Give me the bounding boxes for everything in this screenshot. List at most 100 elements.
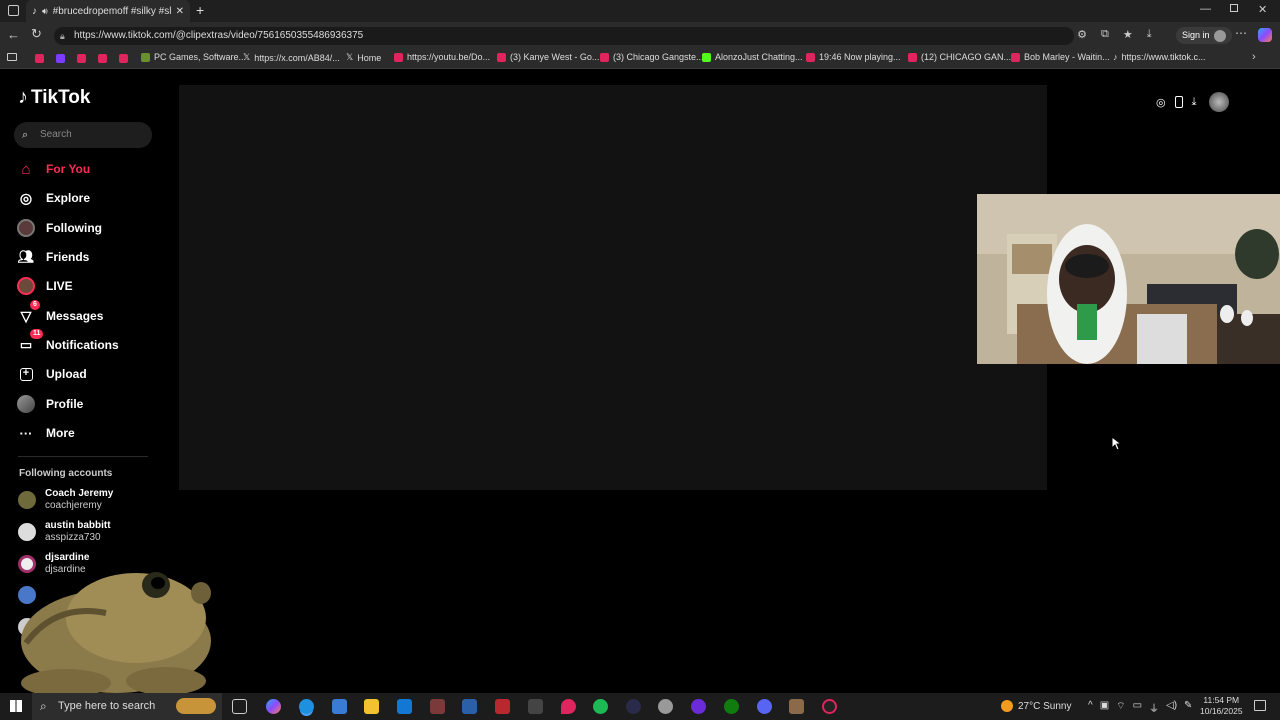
refresh-icon[interactable]: ↻	[31, 26, 42, 42]
nav-upload[interactable]: + Upload	[16, 363, 87, 385]
app-icon-active[interactable]	[789, 699, 804, 714]
settings-more-icon[interactable]: ⋯	[1235, 26, 1247, 40]
copilot-icon[interactable]	[1258, 28, 1272, 42]
bookmark-icon-3[interactable]	[77, 54, 86, 63]
edge-icon[interactable]	[299, 699, 314, 714]
bookmark-item[interactable]: (3) Kanye West - Go...	[497, 52, 599, 62]
logo-text: TikTok	[31, 86, 91, 108]
notification-center-icon[interactable]	[1254, 700, 1266, 711]
nav-messages[interactable]: ▽ 6 Messages	[16, 300, 104, 327]
app-icon-arrow[interactable]	[626, 699, 641, 714]
account-handle: asspizza730	[45, 532, 101, 543]
restore-button[interactable]	[1230, 4, 1238, 12]
bookmark-item[interactable]: PC Games, Software...	[141, 52, 246, 62]
wifi-icon[interactable]: ⌔	[1116, 700, 1125, 715]
app-icon-red[interactable]	[430, 699, 445, 714]
nav-for-you[interactable]: ⌂ For You	[16, 158, 90, 180]
webcam-image	[977, 194, 1280, 364]
app-icon-gray[interactable]	[658, 699, 673, 714]
coins-icon[interactable]: ◎	[1156, 96, 1166, 109]
browser-tab[interactable]: ♪ 🔊︎ #brucedropemoff #silky #sl ✕	[26, 0, 190, 22]
url-field[interactable]: 🔒︎ https://www.tiktok.com/@clipextras/vi…	[54, 27, 1074, 45]
bookmark-item[interactable]: 𝕏https://x.com/AB84/...	[243, 52, 340, 63]
close-window-button[interactable]: ✕	[1258, 3, 1267, 16]
windows-start-icon[interactable]	[10, 700, 22, 712]
spotify-icon[interactable]	[593, 699, 608, 714]
taskbar-search-input[interactable]: ⌕ Type here to search	[32, 693, 222, 720]
nav-profile[interactable]: Profile	[16, 393, 83, 415]
youtube-icon	[497, 52, 506, 62]
bookmark-item[interactable]: 𝕏 Home	[346, 52, 381, 63]
bookmark-icon-2[interactable]	[56, 54, 65, 63]
bookmark-item[interactable]: ♪ https://www.tiktok.c...	[1113, 52, 1206, 62]
volume-icon[interactable]: ◁)	[1166, 700, 1177, 715]
map-pin-icon[interactable]	[561, 699, 576, 714]
microphone-icon[interactable]: ⏚	[1149, 700, 1159, 715]
bookmark-label: 19:46 Now playing...	[819, 52, 901, 62]
search-input[interactable]: ⌕ Search	[14, 122, 152, 148]
nav-following[interactable]: Following	[16, 217, 102, 239]
bookmark-icon-4[interactable]	[98, 54, 107, 63]
header-actions: ◎ ⤓	[1156, 92, 1230, 112]
store-icon[interactable]	[332, 699, 347, 714]
bookmark-icon-5[interactable]	[119, 54, 128, 63]
bookmark-item[interactable]: 19:46 Now playing...	[806, 52, 901, 62]
split-screen-icon[interactable]: ⧉	[1101, 28, 1109, 41]
video-player[interactable]	[179, 85, 1047, 490]
app-icon-record[interactable]	[822, 699, 837, 714]
profile-avatar[interactable]	[1209, 92, 1230, 112]
back-icon[interactable]: ←	[7, 27, 20, 42]
speaker-icon[interactable]: 🔊︎	[42, 6, 48, 17]
close-tab-icon[interactable]: ✕	[176, 6, 184, 17]
sun-icon	[1001, 700, 1013, 712]
bookmark-item[interactable]: (3) Chicago Gangste...	[600, 52, 704, 62]
nav-label: Messages	[46, 309, 104, 323]
downloads-icon[interactable]: ⤓	[1147, 28, 1152, 41]
account-item[interactable]: Coach Jeremy coachjeremy	[18, 488, 113, 512]
discord-icon[interactable]	[757, 699, 772, 714]
app-icon-news[interactable]	[495, 699, 510, 714]
obs-icon[interactable]	[691, 699, 706, 714]
app-icon-dark[interactable]	[528, 699, 543, 714]
account-name: austin babbitt	[45, 520, 111, 531]
task-view-icon[interactable]	[232, 699, 247, 714]
app-icon-blue[interactable]	[462, 699, 477, 714]
download-icon[interactable]: ⤓	[1192, 96, 1197, 109]
friends-icon: 👥︎	[17, 249, 35, 264]
battery-icon[interactable]: ▭	[1133, 700, 1142, 715]
nav-more[interactable]: ··· More	[16, 422, 75, 444]
bookmark-item[interactable]: Bob Marley - Waitin...	[1011, 52, 1110, 62]
signin-button[interactable]: Sign in	[1176, 27, 1232, 44]
sidebar-divider	[18, 456, 148, 457]
minimize-button[interactable]: —	[1200, 3, 1211, 15]
bookmarks-chevron-icon[interactable]: ›	[1252, 51, 1256, 63]
weather-widget[interactable]: 27°C Sunny	[1001, 700, 1071, 712]
nav-notifications[interactable]: ▭ 11 Notifications	[16, 329, 119, 356]
tab-strip: ♪ 🔊︎ #brucedropemoff #silky #sl ✕ + — ✕	[0, 0, 1280, 22]
lock-icon: 🔒︎	[60, 31, 65, 41]
tiktok-logo[interactable]: ♪ TikTok	[18, 86, 90, 109]
bookmark-item[interactable]: (12) CHICAGO GAN...	[908, 52, 1011, 62]
bookmark-icon-1[interactable]	[35, 54, 44, 63]
nav-explore[interactable]: ◎ Explore	[16, 187, 90, 209]
xbox-icon[interactable]	[724, 699, 739, 714]
file-explorer-icon[interactable]	[364, 699, 379, 714]
bookmark-item[interactable]: AlonzoJust Chatting...	[702, 52, 803, 62]
account-item[interactable]: austin babbitt asspizza730	[18, 520, 111, 544]
chevron-up-icon[interactable]: ^	[1088, 700, 1093, 715]
bookmark-item[interactable]: https://youtu.be/Do...	[394, 52, 490, 62]
pen-icon[interactable]: ✎	[1184, 700, 1192, 715]
outlook-icon[interactable]	[397, 699, 412, 714]
phone-app-icon[interactable]	[1174, 96, 1183, 108]
nav-live[interactable]: LIVE	[16, 275, 73, 297]
tray-app-icon[interactable]: ▣	[1100, 700, 1109, 715]
favorites-icon[interactable]: ★	[1123, 28, 1133, 41]
window-menu-icon[interactable]	[8, 5, 19, 16]
copilot-taskbar-icon[interactable]	[266, 699, 281, 714]
nav-friends[interactable]: 👥︎ Friends	[16, 246, 90, 268]
reading-list-icon[interactable]	[7, 53, 17, 61]
search-icon: ⌕	[22, 129, 29, 141]
clock[interactable]: 11:54 PM 10/16/2025	[1200, 695, 1243, 717]
extensions-icon[interactable]: ⚙	[1077, 28, 1087, 41]
new-tab-button[interactable]: +	[196, 2, 204, 18]
